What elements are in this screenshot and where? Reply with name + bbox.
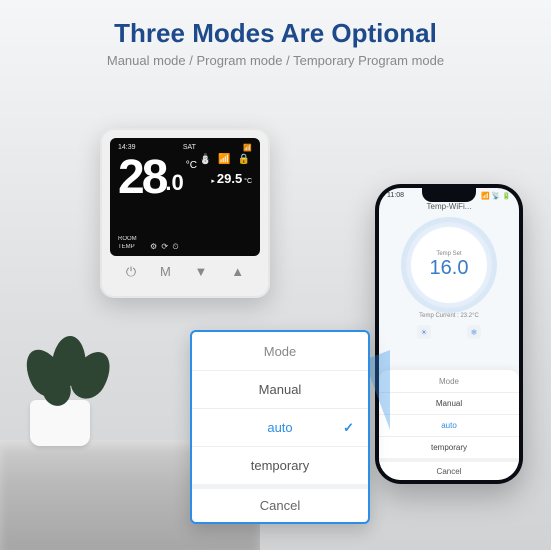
sheet-title: Mode bbox=[379, 370, 519, 392]
thermostat-day: SAT bbox=[183, 144, 196, 152]
popup-option-auto-label: auto bbox=[267, 420, 292, 435]
plant-pot bbox=[30, 400, 90, 446]
phone-app-title: Temp-WiFi... bbox=[379, 202, 519, 211]
thermostat-unit: °C bbox=[186, 160, 197, 171]
temp-dial[interactable]: Temp Set 16.0 bbox=[405, 221, 493, 309]
thermostat-device: 14:39 SAT 📶 28 .0 °C ⛄ 📶 🔒 ▸ 29.5 °C ROO… bbox=[100, 128, 270, 298]
phone-time: 11:08 bbox=[387, 192, 404, 200]
thermostat-room-label-2: TEMP bbox=[118, 244, 135, 250]
mode-button[interactable]: M bbox=[160, 264, 171, 280]
thermostat-bottom-icons: ⚙ ⟳ ⏲ bbox=[150, 242, 180, 252]
thermostat-status-icons: ⛄ 📶 🔒 bbox=[199, 154, 252, 165]
phone-screen: 11:08 📶 📡 🔋 Temp-WiFi... Temp Set 16.0 T… bbox=[379, 188, 519, 480]
subtitle-part-program: Program mode bbox=[197, 53, 283, 68]
wifi-icon: 📶 bbox=[243, 144, 252, 152]
phone-device: 11:08 📶 📡 🔋 Temp-WiFi... Temp Set 16.0 T… bbox=[375, 184, 523, 484]
plant-leaves bbox=[18, 336, 118, 406]
sun-icon[interactable]: ☀ bbox=[417, 325, 431, 339]
check-icon: ✓ bbox=[343, 420, 354, 436]
thermostat-room-temp: 28 bbox=[118, 154, 165, 202]
subtitle-part-temporary: Temporary Program mode bbox=[293, 53, 444, 68]
thermostat-screen: 14:39 SAT 📶 28 .0 °C ⛄ 📶 🔒 ▸ 29.5 °C ROO… bbox=[110, 138, 260, 256]
sheet-option-temporary[interactable]: temporary bbox=[379, 436, 519, 458]
thermostat-room-label-1: ROOM bbox=[118, 236, 137, 242]
snowflake-icon[interactable]: ❄ bbox=[467, 325, 481, 339]
power-button[interactable]: ⏻ bbox=[126, 264, 136, 280]
thermostat-set-unit: °C bbox=[244, 178, 252, 185]
sheet-cancel[interactable]: Cancel bbox=[379, 458, 519, 480]
thermostat-buttons: ⏻ M ▼ ▲ bbox=[110, 256, 260, 280]
popup-option-temporary[interactable]: temporary bbox=[192, 446, 368, 484]
page-subtitle: Manual mode / Program mode / Temporary P… bbox=[10, 53, 541, 68]
popup-option-auto[interactable]: auto ✓ bbox=[192, 408, 368, 446]
phone-notch bbox=[422, 188, 476, 202]
popup-cancel[interactable]: Cancel bbox=[192, 484, 368, 522]
subtitle-part-manual: Manual mode bbox=[107, 53, 186, 68]
thermostat-room-temp-dec: .0 bbox=[165, 170, 183, 196]
sheet-option-auto[interactable]: auto bbox=[379, 414, 519, 436]
sheet-option-manual[interactable]: Manual bbox=[379, 392, 519, 414]
popup-option-manual[interactable]: Manual bbox=[192, 370, 368, 408]
thermostat-set-arrow: ▸ bbox=[211, 178, 215, 185]
down-button[interactable]: ▼ bbox=[195, 264, 208, 280]
phone-status-icons: 📶 📡 🔋 bbox=[481, 192, 511, 200]
mode-popup: Mode Manual auto ✓ temporary Cancel bbox=[190, 330, 370, 524]
page-title: Three Modes Are Optional bbox=[10, 18, 541, 49]
popup-title: Mode bbox=[192, 332, 368, 370]
thermostat-set-temp: 29.5 bbox=[217, 171, 242, 186]
dial-temp: 16.0 bbox=[430, 257, 469, 280]
current-temp-line: Temp Current : 23.2°C bbox=[379, 313, 519, 319]
subtitle-sep: / bbox=[189, 53, 196, 68]
phone-action-sheet: Mode Manual auto temporary Cancel bbox=[379, 370, 519, 480]
thermostat-time: 14:39 bbox=[118, 144, 136, 152]
phone-mode-icons: ☀ ❄ bbox=[379, 325, 519, 339]
up-button[interactable]: ▲ bbox=[231, 264, 244, 280]
header: Three Modes Are Optional Manual mode / P… bbox=[0, 0, 551, 74]
